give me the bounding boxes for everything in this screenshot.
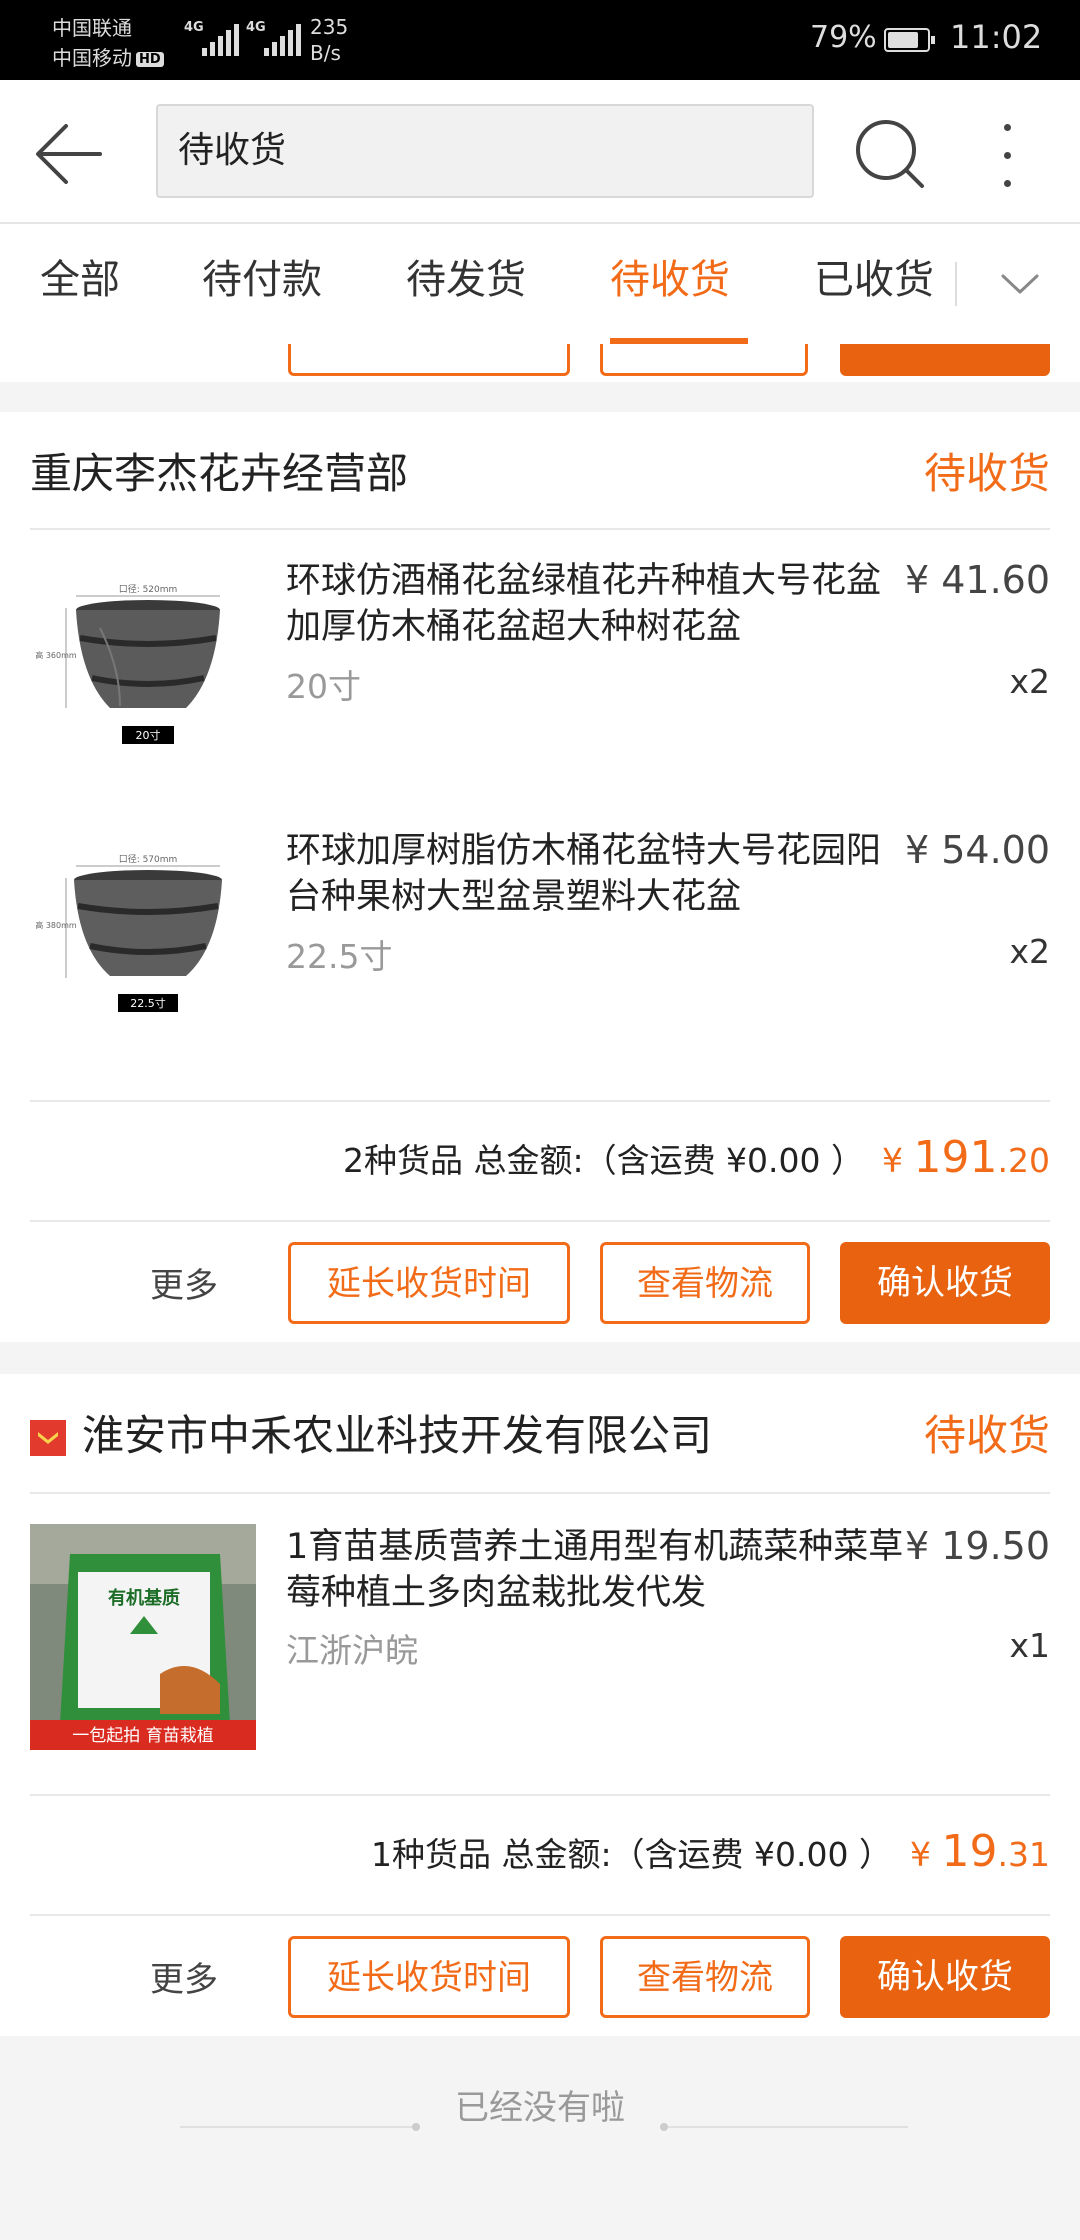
order-status: 待收货 bbox=[923, 1411, 1050, 1460]
svg-text:20寸: 20寸 bbox=[136, 728, 161, 742]
total-decimal: .31 bbox=[997, 1835, 1050, 1874]
tab-pending-receipt[interactable]: 待收货 bbox=[610, 224, 730, 344]
previous-outline-button[interactable] bbox=[600, 344, 808, 376]
product-thumbnail[interactable]: 口径: 570mm 高 380mm 22.5寸 bbox=[30, 828, 256, 1054]
end-of-list-text: 已经没有啦 bbox=[455, 2088, 625, 2128]
extend-receipt-time-button[interactable]: 延长收货时间 bbox=[288, 1242, 570, 1324]
svg-text:有机基质: 有机基质 bbox=[108, 1587, 180, 1609]
clock: 11:02 bbox=[950, 18, 1043, 56]
tab-pending-shipment[interactable]: 待发货 bbox=[406, 224, 526, 344]
svg-text:高 380mm: 高 380mm bbox=[35, 920, 77, 930]
signal-icon-2: 4G bbox=[246, 20, 302, 56]
divider bbox=[30, 528, 1050, 530]
tab-received[interactable]: 已收货 bbox=[814, 224, 934, 344]
carrier-label-2: 中国移动 HD bbox=[52, 42, 164, 71]
product-thumbnail[interactable]: 口径: 520mm 高 360mm 20寸 bbox=[30, 558, 256, 784]
product-title[interactable]: 环球仿酒桶花盆绿植花卉种植大号花盆加厚仿木桶花盆超大种树花盆 bbox=[286, 558, 906, 650]
carrier-label-1: 中国联通 bbox=[52, 16, 132, 40]
product-price: ¥ 54.00 bbox=[904, 828, 1050, 872]
shop-name[interactable]: 重庆李杰花卉经营部 bbox=[30, 440, 408, 501]
more-vertical-icon[interactable] bbox=[986, 116, 1030, 196]
status-bar: 中国联通 中国移动 HD 4G 4G 235 B/s 79% 11:02 bbox=[0, 0, 1080, 80]
view-logistics-button[interactable]: 查看物流 bbox=[600, 1936, 810, 2018]
svg-text:口径: 520mm: 口径: 520mm bbox=[119, 583, 178, 595]
battery-icon bbox=[884, 28, 935, 52]
divider bbox=[30, 1914, 1050, 1916]
product-spec: 20寸 bbox=[286, 667, 361, 706]
summary-text: 2种货品 总金额:（含运费 ¥0.00 ） bbox=[342, 1141, 865, 1180]
shop-badge-icon bbox=[30, 1420, 66, 1456]
search-input[interactable]: 待收货 bbox=[156, 104, 814, 198]
search-icon[interactable] bbox=[852, 116, 928, 192]
order-card: 淮安市中禾农业科技开发有限公司 待收货 有机基质 一包起拍 育苗栽植 1育苗基质… bbox=[0, 1374, 1080, 2036]
network-speed: 235 B/s bbox=[310, 15, 349, 65]
order-status: 待收货 bbox=[923, 449, 1050, 498]
product-quantity: x2 bbox=[1009, 662, 1050, 701]
order-summary: 1种货品 总金额:（含运费 ¥0.00 ） ¥ 19.31 bbox=[371, 1826, 1050, 1877]
chevron-down-icon[interactable] bbox=[985, 254, 1055, 314]
total-currency: ¥ bbox=[910, 1835, 932, 1874]
product-spec: 江浙沪皖 bbox=[286, 1631, 418, 1670]
shop-name[interactable]: 淮安市中禾农业科技开发有限公司 bbox=[82, 1402, 712, 1463]
svg-text:口径: 570mm: 口径: 570mm bbox=[119, 853, 178, 865]
confirm-receipt-button[interactable]: 确认收货 bbox=[840, 1242, 1050, 1324]
product-title[interactable]: 环球加厚树脂仿木桶花盆特大号花园阳台种果树大型盆景塑料大花盆 bbox=[286, 828, 906, 920]
battery-fill bbox=[888, 32, 918, 48]
svg-text:高 360mm: 高 360mm bbox=[35, 650, 77, 660]
product-price: ¥ 19.50 bbox=[904, 1524, 1050, 1568]
previous-order-card-remnant bbox=[0, 344, 1080, 382]
signal-icon-1: 4G bbox=[184, 20, 240, 56]
tab-all[interactable]: 全部 bbox=[40, 224, 120, 344]
back-arrow-icon[interactable] bbox=[30, 114, 110, 194]
divider bbox=[30, 1492, 1050, 1494]
svg-text:一包起拍 育苗栽植: 一包起拍 育苗栽植 bbox=[72, 1726, 213, 1746]
total-currency: ¥ bbox=[882, 1141, 904, 1180]
more-options-link[interactable]: 更多 bbox=[150, 1258, 218, 1307]
more-options-link[interactable]: 更多 bbox=[150, 1952, 218, 2001]
battery-percent: 79% bbox=[810, 20, 877, 55]
total-integer: 191 bbox=[913, 1132, 998, 1183]
product-spec: 22.5寸 bbox=[286, 937, 393, 976]
view-logistics-button[interactable]: 查看物流 bbox=[600, 1242, 810, 1324]
total-decimal: .20 bbox=[997, 1141, 1050, 1180]
tab-pending-payment[interactable]: 待付款 bbox=[202, 224, 322, 344]
top-bar: 待收货 bbox=[0, 80, 1080, 224]
order-card: 重庆李杰花卉经营部 待收货 口径: 520mm 高 360mm 20寸 环球仿酒… bbox=[0, 412, 1080, 1342]
product-title[interactable]: 1育苗基质营养土通用型有机蔬菜种菜草莓种植土多肉盆栽批发代发 bbox=[286, 1524, 906, 1616]
extend-receipt-time-button[interactable]: 延长收货时间 bbox=[288, 1936, 570, 2018]
previous-filled-button[interactable] bbox=[840, 344, 1050, 376]
svg-text:22.5寸: 22.5寸 bbox=[130, 996, 166, 1010]
order-tab-bar: 全部 待付款 待发货 待收货 已收货 bbox=[0, 224, 1080, 344]
divider bbox=[30, 1100, 1050, 1102]
previous-outline-button[interactable] bbox=[288, 344, 570, 376]
divider bbox=[30, 1220, 1050, 1222]
product-quantity: x1 bbox=[1009, 1626, 1050, 1665]
order-summary: 2种货品 总金额:（含运费 ¥0.00 ） ¥ 191.20 bbox=[343, 1132, 1050, 1183]
divider bbox=[30, 1794, 1050, 1796]
end-divider-right bbox=[668, 2126, 908, 2128]
product-quantity: x2 bbox=[1009, 932, 1050, 971]
product-price: ¥ 41.60 bbox=[904, 558, 1050, 602]
confirm-receipt-button[interactable]: 确认收货 bbox=[840, 1936, 1050, 2018]
tab-divider bbox=[955, 262, 957, 306]
end-dot-right bbox=[660, 2123, 668, 2131]
summary-text: 1种货品 总金额:（含运费 ¥0.00 ） bbox=[370, 1835, 893, 1874]
product-thumbnail[interactable]: 有机基质 一包起拍 育苗栽植 bbox=[30, 1524, 256, 1750]
hd-badge: HD bbox=[136, 52, 164, 67]
total-integer: 19 bbox=[941, 1826, 998, 1877]
